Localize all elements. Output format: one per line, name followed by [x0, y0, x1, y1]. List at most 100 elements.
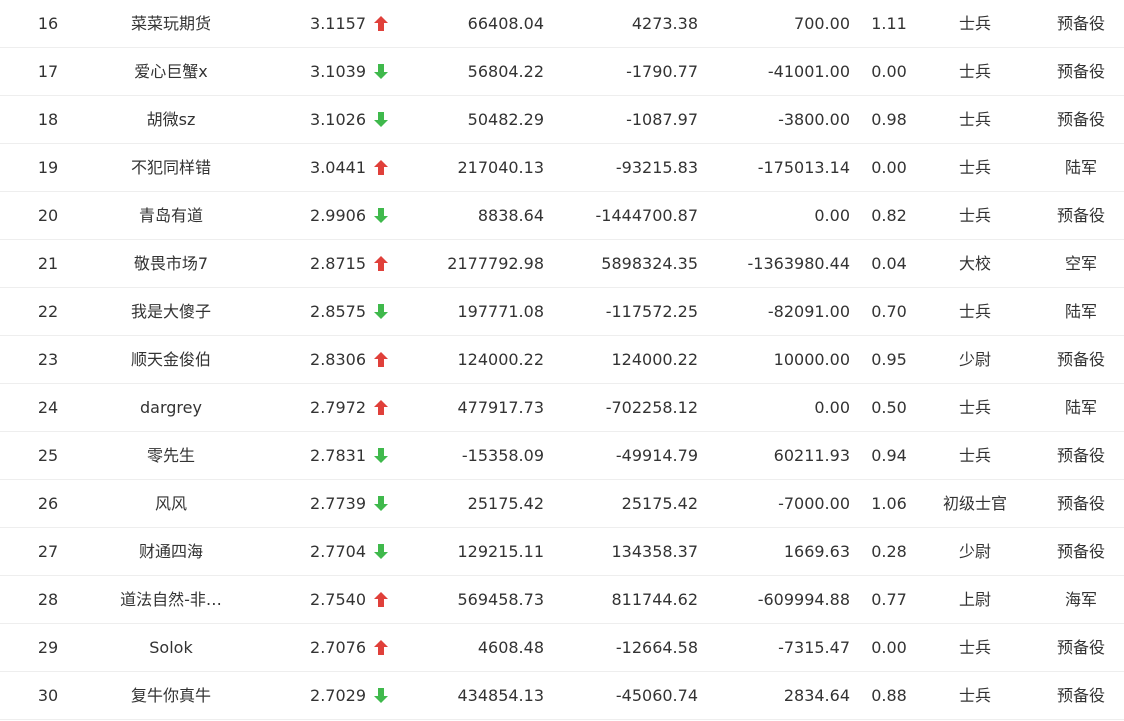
- trader-name-cell[interactable]: 爱心巨蟹x: [108, 48, 234, 95]
- military-rank-cell: 士兵: [958, 206, 991, 225]
- score-cell: 2.7029: [310, 686, 366, 705]
- value-2-cell: -1790.77: [626, 62, 698, 81]
- trader-name-cell[interactable]: 复牛你真牛: [108, 672, 234, 719]
- score-cell: 3.1026: [310, 110, 366, 129]
- trend-cell: [372, 0, 390, 47]
- table-row[interactable]: 25 零先生 2.7831 -15358.09 -49914.79 60211.…: [0, 432, 1124, 480]
- table-row[interactable]: 20 青岛有道 2.9906 8838.64 -1444700.87 0.00 …: [0, 192, 1124, 240]
- table-row[interactable]: 26 风风 2.7739 25175.42 25175.42 -7000.00 …: [0, 480, 1124, 528]
- value-2-cell: 124000.22: [611, 350, 698, 369]
- table-row[interactable]: 29 Solok 2.7076 4608.48 -12664.58 -7315.…: [0, 624, 1124, 672]
- arrow-up-icon: [374, 639, 388, 655]
- score-cell: 2.7540: [310, 590, 366, 609]
- military-rank-cell: 士兵: [958, 14, 991, 33]
- value-1-cell: 8838.64: [477, 206, 544, 225]
- ratio-cell: 1.11: [871, 14, 907, 33]
- value-1-cell: 124000.22: [457, 350, 544, 369]
- army-cell: 预备役: [1056, 110, 1105, 129]
- table-row[interactable]: 22 我是大傻子 2.8575 197771.08 -117572.25 -82…: [0, 288, 1124, 336]
- value-1-cell: 66408.04: [467, 14, 544, 33]
- military-rank-cell: 大校: [958, 254, 991, 273]
- value-2-cell: -93215.83: [615, 158, 698, 177]
- army-cell: 陆军: [1064, 158, 1097, 177]
- trader-name-cell[interactable]: Solok: [108, 624, 234, 671]
- trader-name-cell[interactable]: 菜菜玩期货: [108, 0, 234, 47]
- arrow-down-icon: [374, 495, 388, 511]
- military-rank-cell: 士兵: [958, 446, 991, 465]
- value-1-cell: 56804.22: [467, 62, 544, 81]
- army-cell: 预备役: [1056, 446, 1105, 465]
- trend-cell: [372, 96, 390, 143]
- army-cell: 预备役: [1056, 62, 1105, 81]
- trader-name-cell[interactable]: 道法自然-非…: [108, 576, 234, 623]
- military-rank-cell: 士兵: [958, 158, 991, 177]
- rank-cell: 19: [37, 158, 59, 177]
- rank-cell: 21: [37, 254, 59, 273]
- table-row[interactable]: 24 dargrey 2.7972 477917.73 -702258.12 0…: [0, 384, 1124, 432]
- military-rank-cell: 士兵: [958, 398, 991, 417]
- trader-name-cell[interactable]: 我是大傻子: [108, 288, 234, 335]
- score-cell: 3.1157: [310, 14, 366, 33]
- ratio-cell: 0.88: [871, 686, 907, 705]
- value-2-cell: -12664.58: [615, 638, 698, 657]
- ranking-table: 16 菜菜玩期货 3.1157 66408.04 4273.38 700.00 …: [0, 0, 1124, 721]
- value-3-cell: 60211.93: [773, 446, 850, 465]
- army-cell: 预备役: [1056, 542, 1105, 561]
- trader-name-cell[interactable]: 敬畏市场7: [108, 240, 234, 287]
- value-3-cell: 10000.00: [773, 350, 850, 369]
- trend-cell: [372, 528, 390, 575]
- score-cell: 2.8575: [310, 302, 366, 321]
- value-2-cell: 134358.37: [611, 542, 698, 561]
- rank-cell: 18: [37, 110, 59, 129]
- rank-cell: 20: [37, 206, 59, 225]
- trader-name-cell[interactable]: 风风: [108, 480, 234, 527]
- value-1-cell: 217040.13: [457, 158, 544, 177]
- rank-cell: 26: [37, 494, 59, 513]
- trader-name-cell[interactable]: 零先生: [108, 432, 234, 479]
- table-row[interactable]: 30 复牛你真牛 2.7029 434854.13 -45060.74 2834…: [0, 672, 1124, 720]
- value-2-cell: -117572.25: [605, 302, 698, 321]
- trend-cell: [372, 624, 390, 671]
- score-cell: 2.7831: [310, 446, 366, 465]
- value-2-cell: -1444700.87: [595, 206, 698, 225]
- score-cell: 3.1039: [310, 62, 366, 81]
- trader-name-cell[interactable]: 顺天金俊伯: [108, 336, 234, 383]
- arrow-up-icon: [374, 255, 388, 271]
- army-cell: 海军: [1064, 590, 1097, 609]
- table-row[interactable]: 16 菜菜玩期货 3.1157 66408.04 4273.38 700.00 …: [0, 0, 1124, 48]
- table-row[interactable]: 21 敬畏市场7 2.8715 2177792.98 5898324.35 -1…: [0, 240, 1124, 288]
- value-2-cell: 811744.62: [611, 590, 698, 609]
- table-row[interactable]: 18 胡微sz 3.1026 50482.29 -1087.97 -3800.0…: [0, 96, 1124, 144]
- table-row[interactable]: 17 爱心巨蟹x 3.1039 56804.22 -1790.77 -41001…: [0, 48, 1124, 96]
- army-cell: 预备役: [1056, 494, 1105, 513]
- table-row[interactable]: 28 道法自然-非… 2.7540 569458.73 811744.62 -6…: [0, 576, 1124, 624]
- army-cell: 预备役: [1056, 206, 1105, 225]
- trader-name-cell[interactable]: 财通四海: [108, 528, 234, 575]
- value-2-cell: -702258.12: [605, 398, 698, 417]
- military-rank-cell: 士兵: [958, 110, 991, 129]
- army-cell: 预备役: [1056, 14, 1105, 33]
- trader-name-cell[interactable]: 胡微sz: [108, 96, 234, 143]
- value-1-cell: 25175.42: [467, 494, 544, 513]
- ratio-cell: 0.94: [871, 446, 907, 465]
- value-1-cell: 197771.08: [457, 302, 544, 321]
- value-2-cell: 4273.38: [631, 14, 698, 33]
- table-row[interactable]: 19 不犯同样错 3.0441 217040.13 -93215.83 -175…: [0, 144, 1124, 192]
- ratio-cell: 0.77: [871, 590, 907, 609]
- score-cell: 2.7972: [310, 398, 366, 417]
- value-3-cell: 2834.64: [783, 686, 850, 705]
- score-cell: 2.9906: [310, 206, 366, 225]
- table-row[interactable]: 23 顺天金俊伯 2.8306 124000.22 124000.22 1000…: [0, 336, 1124, 384]
- trader-name-cell[interactable]: 不犯同样错: [108, 144, 234, 191]
- trader-name-cell[interactable]: dargrey: [108, 384, 234, 431]
- trader-name-cell[interactable]: 青岛有道: [108, 192, 234, 239]
- arrow-up-icon: [374, 399, 388, 415]
- trend-cell: [372, 384, 390, 431]
- value-3-cell: -609994.88: [757, 590, 850, 609]
- army-cell: 陆军: [1064, 398, 1097, 417]
- rank-cell: 24: [37, 398, 59, 417]
- value-1-cell: 4608.48: [477, 638, 544, 657]
- army-cell: 预备役: [1056, 350, 1105, 369]
- value-3-cell: -82091.00: [767, 302, 850, 321]
- table-row[interactable]: 27 财通四海 2.7704 129215.11 134358.37 1669.…: [0, 528, 1124, 576]
